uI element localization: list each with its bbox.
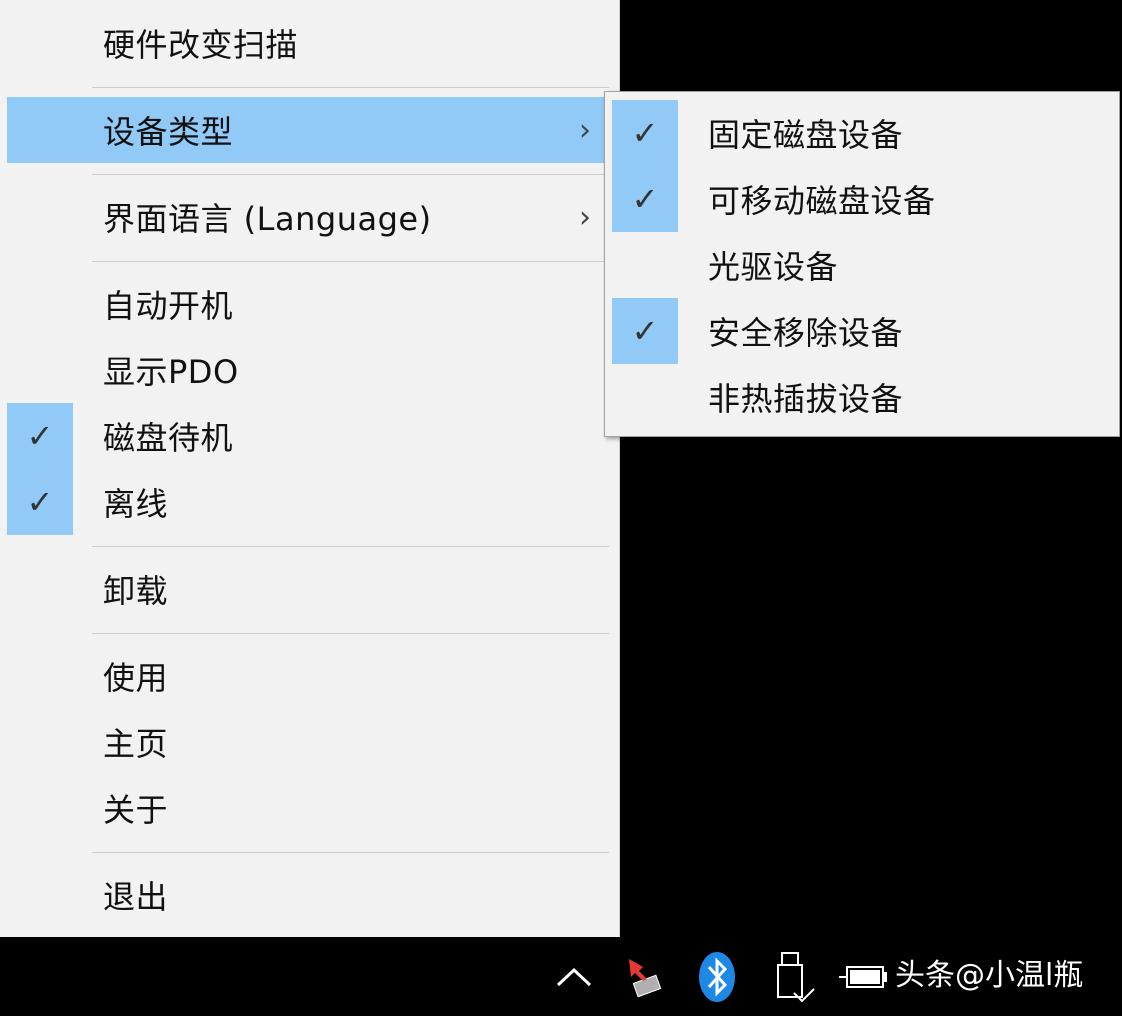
menu-item-label: 硬件改变扫描 bbox=[103, 26, 299, 64]
menu-separator bbox=[92, 852, 609, 853]
menu-item-homepage[interactable]: 主页 bbox=[7, 709, 611, 775]
menu-item-label: 设备类型 bbox=[103, 113, 234, 151]
device-type-submenu: ✓ 固定磁盘设备 ✓ 可移动磁盘设备 光驱设备 ✓ 安全移除设备 非热插拔设备 bbox=[604, 91, 1120, 437]
checkmark-icon: ✓ bbox=[612, 166, 678, 232]
menu-item-label: 退出 bbox=[103, 878, 169, 916]
checkmark-icon: ✓ bbox=[612, 298, 678, 364]
menu-separator bbox=[92, 87, 609, 88]
menu-separator bbox=[92, 261, 609, 262]
submenu-item-non-hotplug[interactable]: 非热插拔设备 bbox=[612, 364, 1113, 430]
menu-item-label: 主页 bbox=[103, 725, 169, 763]
submenu-item-label: 固定磁盘设备 bbox=[708, 116, 904, 154]
context-menu: 硬件改变扫描 设备类型 › 界面语言 (Language) › 自动开机 显示P… bbox=[0, 0, 620, 937]
menu-item-label: 界面语言 (Language) bbox=[103, 200, 432, 238]
menu-item-label: 卸载 bbox=[103, 572, 169, 610]
menu-item-label: 离线 bbox=[103, 485, 169, 523]
menu-item-uninstall[interactable]: 卸载 bbox=[7, 556, 611, 622]
submenu-item-optical-drive[interactable]: 光驱设备 bbox=[612, 232, 1113, 298]
menu-separator bbox=[92, 174, 609, 175]
checkmark-icon: ✓ bbox=[612, 100, 678, 166]
menu-item-label: 自动开机 bbox=[103, 287, 234, 325]
chevron-up-icon[interactable] bbox=[552, 937, 596, 1016]
submenu-item-label: 光驱设备 bbox=[708, 248, 839, 286]
checkmark-icon: ✓ bbox=[7, 403, 73, 469]
menu-item-usage[interactable]: 使用 bbox=[7, 643, 611, 709]
submenu-item-fixed-disk[interactable]: ✓ 固定磁盘设备 bbox=[612, 100, 1113, 166]
menu-separator bbox=[92, 633, 609, 634]
submenu-item-label: 非热插拔设备 bbox=[708, 380, 904, 418]
chevron-right-icon: › bbox=[579, 112, 591, 148]
menu-item-disk-standby[interactable]: ✓ 磁盘待机 bbox=[7, 403, 611, 469]
menu-item-exit[interactable]: 退出 bbox=[7, 862, 611, 928]
menu-item-device-type[interactable]: 设备类型 › bbox=[7, 97, 611, 163]
menu-item-label: 关于 bbox=[103, 791, 169, 829]
menu-item-show-pdo[interactable]: 显示PDO bbox=[7, 337, 611, 403]
submenu-item-label: 安全移除设备 bbox=[708, 314, 904, 352]
menu-item-label: 使用 bbox=[103, 659, 169, 697]
usb-drive-icon[interactable] bbox=[770, 937, 818, 1016]
menu-separator bbox=[92, 546, 609, 547]
submenu-item-label: 可移动磁盘设备 bbox=[708, 182, 936, 220]
menu-item-label: 显示PDO bbox=[103, 353, 239, 391]
submenu-item-removable-disk[interactable]: ✓ 可移动磁盘设备 bbox=[612, 166, 1113, 232]
submenu-item-safe-remove[interactable]: ✓ 安全移除设备 bbox=[612, 298, 1113, 364]
bluetooth-icon[interactable] bbox=[692, 937, 742, 1016]
menu-item-language[interactable]: 界面语言 (Language) › bbox=[7, 184, 611, 250]
menu-item-about[interactable]: 关于 bbox=[7, 775, 611, 841]
menu-item-auto-power-on[interactable]: 自动开机 bbox=[7, 271, 611, 337]
menu-item-label: 磁盘待机 bbox=[103, 419, 234, 457]
chevron-right-icon: › bbox=[579, 199, 591, 235]
watermark-text: 头条@小温l瓶 bbox=[895, 958, 1084, 993]
menu-item-hardware-scan[interactable]: 硬件改变扫描 bbox=[7, 10, 611, 76]
menu-item-offline[interactable]: ✓ 离线 bbox=[7, 469, 611, 535]
battery-icon[interactable] bbox=[836, 937, 892, 1016]
hardware-tray-icon[interactable] bbox=[620, 937, 670, 1016]
checkmark-icon: ✓ bbox=[7, 469, 73, 535]
